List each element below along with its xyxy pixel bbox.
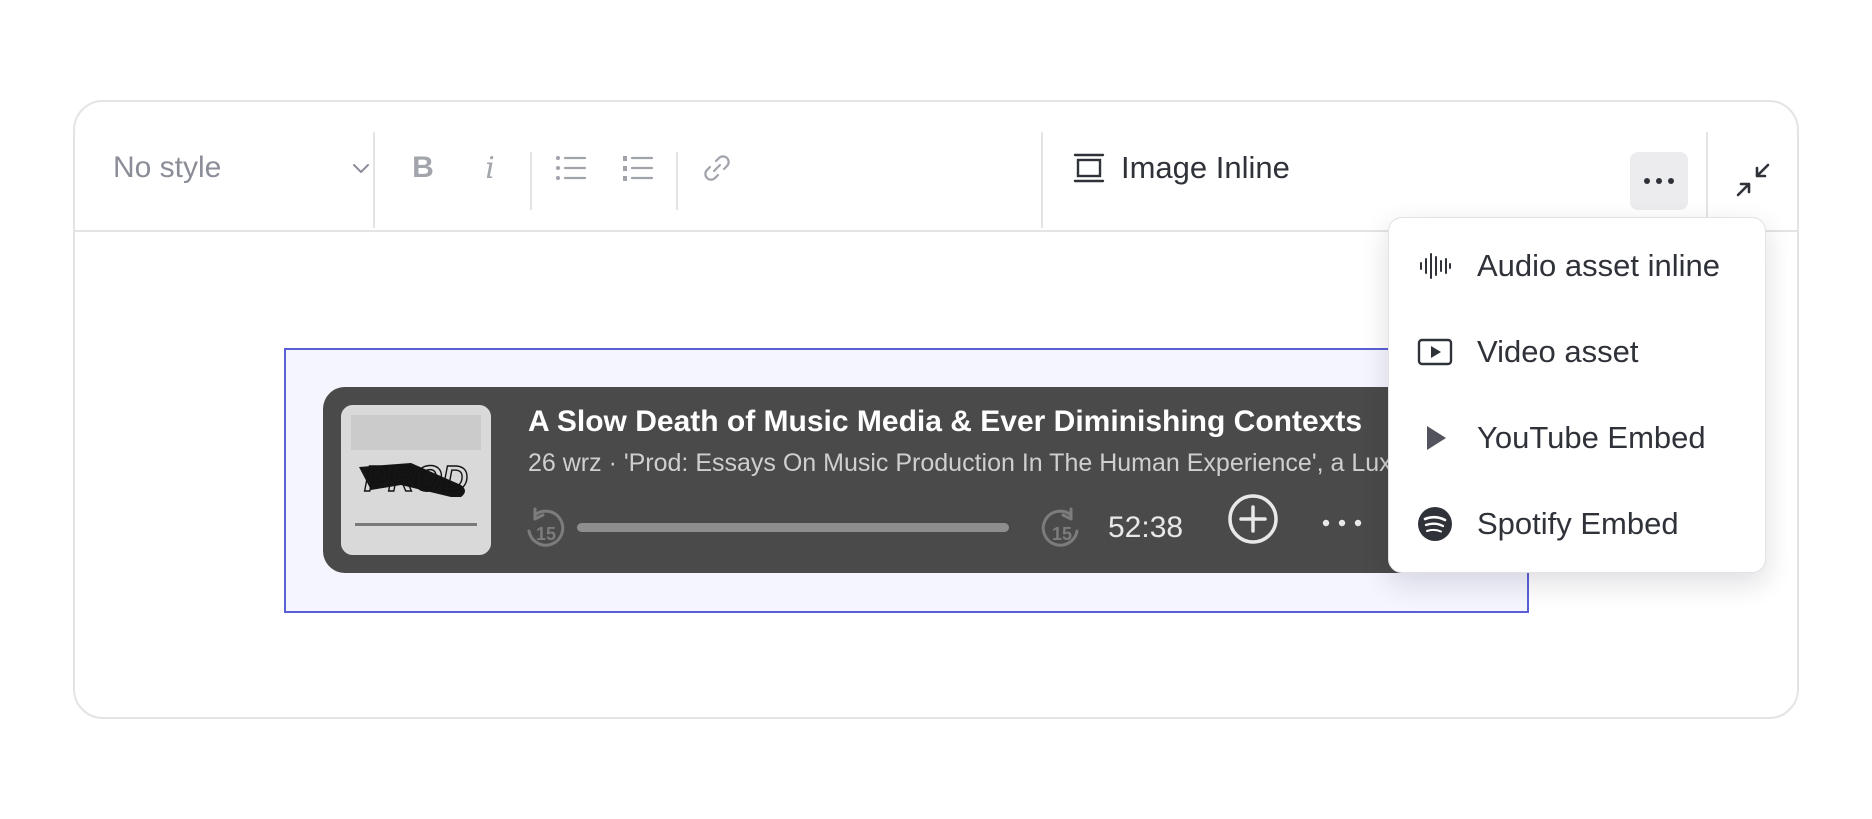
style-select[interactable]: No style	[113, 146, 369, 190]
player-more-button[interactable]	[1320, 511, 1364, 535]
more-horizontal-icon	[1322, 519, 1362, 527]
insert-embed-menu: Audio asset inline Video asset YouTube E…	[1388, 217, 1766, 573]
more-horizontal-icon	[1644, 178, 1674, 184]
cover-art: PROD	[341, 405, 491, 555]
bold-label: B	[412, 151, 434, 184]
audio-waveform-icon	[1417, 248, 1453, 284]
editor-toolbar: No style B i Image Inline	[75, 102, 1797, 232]
italic-button[interactable]: i	[470, 150, 510, 186]
image-inline-button[interactable]: Image Inline	[1073, 140, 1290, 196]
skip-forward-label: 15	[1052, 524, 1072, 544]
skip-back-15-button[interactable]: 15	[523, 507, 567, 551]
episode-subtitle: 26 wrz · 'Prod: Essays On Music Producti…	[528, 449, 1392, 477]
bold-button[interactable]: B	[403, 150, 443, 186]
chevron-down-icon	[353, 164, 369, 173]
spotify-player: PROD A Slow Death of Music Media & Ever …	[323, 387, 1423, 573]
episode-duration: 52:38	[1108, 511, 1184, 544]
playback-progress-bar[interactable]	[577, 523, 1009, 532]
episode-title: A Slow Death of Music Media & Ever Dimin…	[528, 405, 1363, 438]
more-options-button[interactable]	[1630, 152, 1688, 210]
menu-item-label: Audio asset inline	[1477, 248, 1720, 283]
collapse-button[interactable]	[1735, 162, 1771, 198]
menu-item-label: Spotify Embed	[1477, 506, 1679, 541]
skip-forward-15-button[interactable]: 15	[1039, 507, 1083, 551]
collapse-icon	[1736, 163, 1770, 197]
spotify-icon	[1417, 506, 1453, 542]
selected-embed-block[interactable]: PROD A Slow Death of Music Media & Ever …	[284, 348, 1529, 613]
numbered-list-icon	[623, 156, 654, 181]
play-triangle-icon	[1417, 420, 1453, 456]
add-to-library-button[interactable]	[1227, 493, 1279, 545]
menu-item-label: YouTube Embed	[1477, 420, 1706, 455]
numbered-list-button[interactable]	[618, 150, 658, 186]
image-inline-icon	[1073, 153, 1105, 183]
skip-back-label: 15	[536, 524, 556, 544]
toolbar-divider	[676, 152, 678, 210]
menu-item-audio-asset-inline[interactable]: Audio asset inline	[1389, 231, 1765, 301]
image-inline-label: Image Inline	[1121, 150, 1290, 185]
toolbar-divider	[1041, 132, 1043, 228]
toolbar-divider	[373, 132, 375, 228]
cover-title: PROD	[364, 458, 468, 499]
plus-circle-icon	[1228, 494, 1278, 544]
skip-back-icon: 15	[527, 507, 565, 547]
bullet-list-icon	[556, 156, 587, 180]
podcast-cover-image: PROD	[341, 405, 491, 555]
video-play-icon	[1417, 334, 1453, 370]
link-icon	[704, 155, 730, 181]
link-button[interactable]	[697, 150, 737, 186]
menu-item-spotify-embed[interactable]: Spotify Embed	[1389, 489, 1765, 559]
bullet-list-button[interactable]	[551, 150, 591, 186]
skip-forward-icon: 15	[1041, 507, 1079, 547]
italic-label: i	[485, 150, 495, 186]
toolbar-divider	[530, 152, 532, 210]
menu-item-label: Video asset	[1477, 334, 1639, 369]
toolbar-divider	[1706, 132, 1708, 228]
menu-item-youtube-embed[interactable]: YouTube Embed	[1389, 403, 1765, 473]
style-select-value: No style	[113, 151, 222, 184]
menu-item-video-asset[interactable]: Video asset	[1389, 317, 1765, 387]
